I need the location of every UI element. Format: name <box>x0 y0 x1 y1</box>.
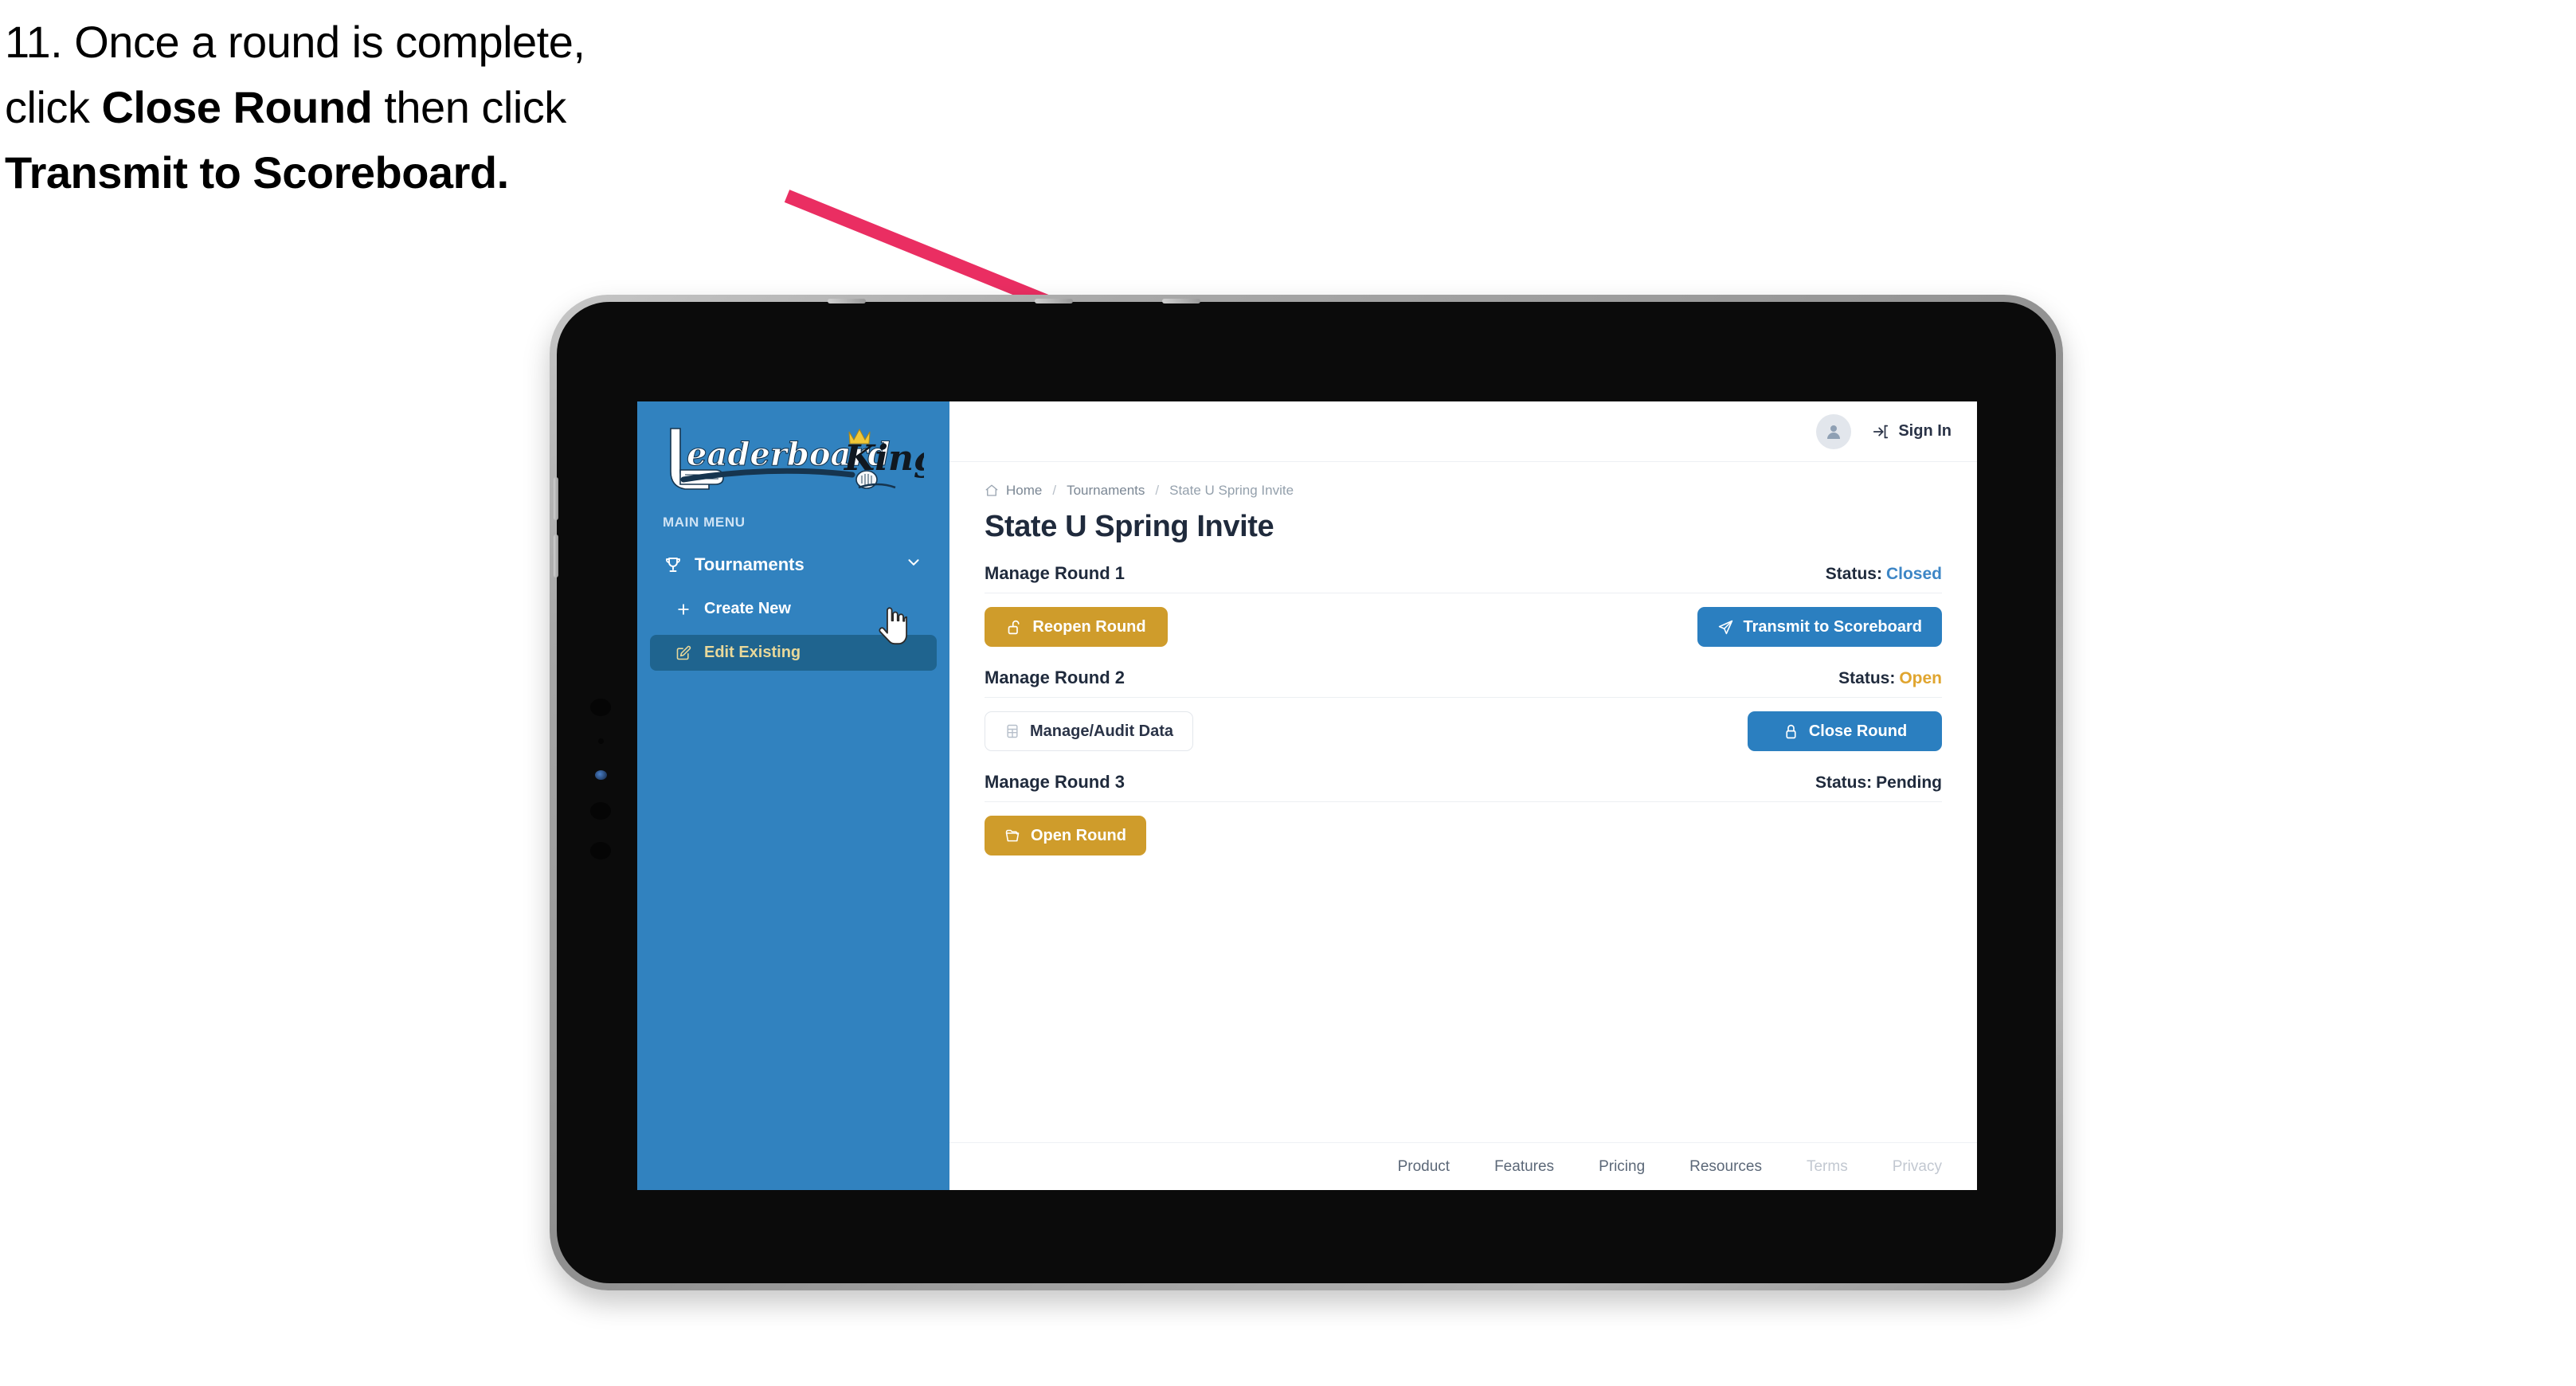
volume-down-button[interactable] <box>554 534 558 578</box>
microphone-icon <box>590 842 611 859</box>
round-1-header: Manage Round 1 Status: Closed <box>985 563 1942 593</box>
round-2-status-value: Open <box>1899 669 1942 687</box>
breadcrumb-separator-2: / <box>1155 483 1160 498</box>
round-1-status: Status: Closed <box>1826 565 1942 584</box>
sidebar-section-label: MAIN MENU <box>663 515 746 530</box>
unlock-icon <box>1006 619 1023 636</box>
round-1-status-label: Status: <box>1825 565 1882 583</box>
round-3-status-value: Pending <box>1876 773 1942 792</box>
logo-word-king: King <box>843 438 924 479</box>
plus-icon <box>672 601 695 617</box>
sidebar-item-tournaments[interactable]: Tournaments <box>650 546 937 583</box>
open-round-button[interactable]: Open Round <box>985 816 1146 855</box>
table-grid-icon <box>1004 723 1020 739</box>
app-logo[interactable]: eaderboard King <box>653 419 924 495</box>
round-block-2: Manage Round 2 Status: Open Manage/Audit… <box>985 668 1942 751</box>
home-icon <box>985 484 999 498</box>
close-round-button[interactable]: Close Round <box>1748 711 1942 751</box>
speaker-hole-icon <box>590 802 611 820</box>
round-2-status: Status: Open <box>1838 669 1942 688</box>
caption-line-3: Transmit to Scoreboard. <box>5 140 849 206</box>
round-3-actions: Open Round <box>985 802 1942 855</box>
sidebar: eaderboard King <box>637 401 949 1190</box>
volume-up-button[interactable] <box>554 477 558 520</box>
round-2-actions: Manage/Audit Data Close Round <box>985 698 1942 751</box>
tablet-device: eaderboard King <box>550 295 2063 1290</box>
breadcrumb-current: State U Spring Invite <box>1169 483 1294 498</box>
footer-link-resources[interactable]: Resources <box>1689 1158 1762 1176</box>
round-block-3: Manage Round 3 Status: Pending Open Roun… <box>985 772 1942 855</box>
sign-in-button[interactable]: Sign In <box>1872 422 1952 440</box>
indicator-led-icon <box>595 770 607 780</box>
footer-link-product[interactable]: Product <box>1398 1158 1450 1176</box>
sidebar-item-tournaments-label: Tournaments <box>695 554 805 574</box>
round-2-header: Manage Round 2 Status: Open <box>985 668 1942 698</box>
page-content: Home / Tournaments / State U Spring Invi… <box>949 462 1977 1142</box>
sidebar-item-create-new[interactable]: Create New <box>650 591 937 627</box>
breadcrumb-home[interactable]: Home <box>1006 483 1042 499</box>
footer-link-features[interactable]: Features <box>1494 1158 1554 1176</box>
round-3-name: Manage Round 3 <box>985 772 1126 792</box>
main-area: Sign In Home / Tournaments / State U Spr… <box>949 401 1977 1190</box>
caption-line-2: click Close Round then click <box>5 75 849 140</box>
footer-link-privacy[interactable]: Privacy <box>1893 1158 1942 1176</box>
folder-open-icon <box>1004 828 1021 844</box>
manage-audit-data-label: Manage/Audit Data <box>1030 722 1174 740</box>
caption-transmit-emphasis: Transmit to Scoreboard. <box>5 147 509 198</box>
round-1-actions: Reopen Round Transmit to Scoreboard <box>985 593 1942 647</box>
top-button-b[interactable] <box>1035 299 1073 303</box>
sign-in-label: Sign In <box>1898 422 1952 440</box>
page-title: State U Spring Invite <box>985 510 1274 543</box>
sign-in-arrow-icon <box>1872 423 1889 440</box>
power-button[interactable] <box>828 299 866 303</box>
breadcrumb-separator-1: / <box>1052 483 1057 498</box>
top-button-c[interactable] <box>1162 299 1200 303</box>
lock-icon <box>1783 723 1799 740</box>
sidebar-item-edit-existing[interactable]: Edit Existing <box>650 635 937 671</box>
caption-line-2-pre: click <box>5 81 102 132</box>
instruction-caption: 11. Once a round is complete, click Clos… <box>5 10 849 205</box>
round-block-1: Manage Round 1 Status: Closed Reopen Rou… <box>985 563 1942 647</box>
footer-link-pricing[interactable]: Pricing <box>1599 1158 1645 1176</box>
footer-link-terms[interactable]: Terms <box>1807 1158 1848 1176</box>
breadcrumb-tournaments[interactable]: Tournaments <box>1067 483 1145 499</box>
round-1-status-value: Closed <box>1885 565 1942 583</box>
user-avatar-icon[interactable] <box>1816 413 1852 449</box>
round-2-name: Manage Round 2 <box>985 668 1126 687</box>
footer: Product Features Pricing Resources Terms… <box>949 1142 1977 1190</box>
breadcrumb: Home / Tournaments / State U Spring Invi… <box>985 483 1942 499</box>
tablet-screen: eaderboard King <box>637 401 1977 1190</box>
top-bar: Sign In <box>949 401 1977 462</box>
chevron-down-icon[interactable] <box>905 554 922 576</box>
edit-pencil-icon <box>672 645 695 661</box>
open-round-label: Open Round <box>1031 826 1126 844</box>
round-3-status: Status: Pending <box>1815 773 1942 793</box>
reopen-round-label: Reopen Round <box>1032 617 1146 636</box>
round-3-status-label: Status: <box>1815 773 1873 792</box>
sidebar-item-edit-existing-label: Edit Existing <box>704 644 801 661</box>
caption-close-round-emphasis: Close Round <box>101 81 373 132</box>
caption-line-2-post: then click <box>372 81 566 132</box>
round-2-status-label: Status: <box>1838 669 1896 687</box>
paper-plane-icon <box>1717 619 1734 636</box>
sidebar-item-create-new-label: Create New <box>704 600 791 617</box>
caption-line-1: 11. Once a round is complete, <box>5 17 585 67</box>
tablet-bezel: eaderboard King <box>554 299 2056 1283</box>
reopen-round-button[interactable]: Reopen Round <box>985 607 1168 647</box>
ambient-sensor-icon <box>598 738 604 744</box>
transmit-to-scoreboard-label: Transmit to Scoreboard <box>1743 617 1923 636</box>
round-3-header: Manage Round 3 Status: Pending <box>985 772 1942 802</box>
front-camera-icon <box>590 699 611 716</box>
manage-audit-data-button[interactable]: Manage/Audit Data <box>985 711 1194 751</box>
round-1-name: Manage Round 1 <box>985 563 1126 583</box>
trophy-icon <box>661 555 685 574</box>
close-round-label: Close Round <box>1808 722 1908 740</box>
transmit-to-scoreboard-button[interactable]: Transmit to Scoreboard <box>1697 607 1942 647</box>
